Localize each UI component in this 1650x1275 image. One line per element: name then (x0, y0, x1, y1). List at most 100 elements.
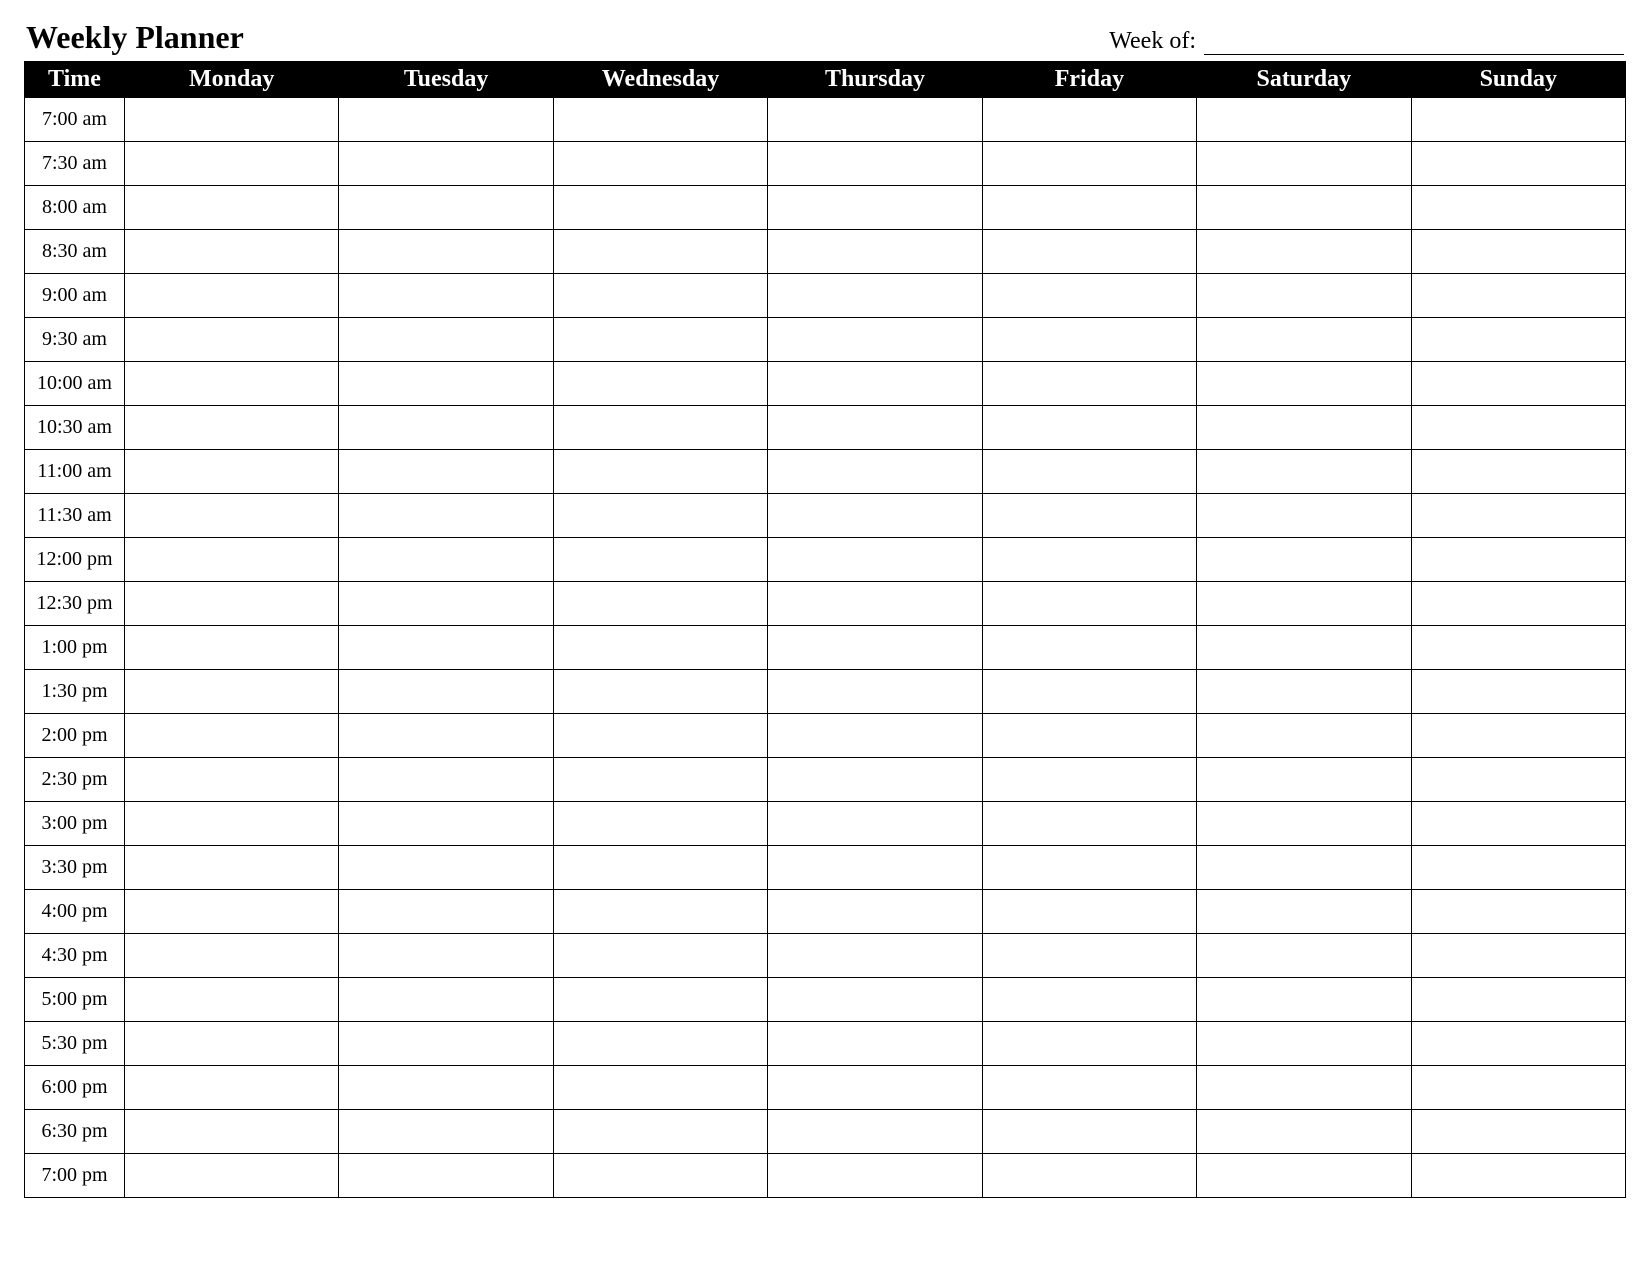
planner-cell-input[interactable] (135, 626, 328, 669)
planner-cell[interactable] (125, 318, 339, 362)
planner-cell-input[interactable] (564, 1066, 757, 1109)
planner-cell-input[interactable] (135, 318, 328, 361)
planner-cell[interactable] (553, 626, 767, 670)
planner-cell-input[interactable] (135, 230, 328, 273)
planner-cell[interactable] (1411, 230, 1625, 274)
planner-cell-input[interactable] (1422, 230, 1615, 273)
planner-cell-input[interactable] (135, 714, 328, 757)
planner-cell-input[interactable] (135, 582, 328, 625)
planner-cell-input[interactable] (778, 230, 971, 273)
planner-cell-input[interactable] (778, 934, 971, 977)
planner-cell-input[interactable] (1422, 670, 1615, 713)
planner-cell[interactable] (982, 890, 1196, 934)
planner-cell[interactable] (1197, 1110, 1411, 1154)
planner-cell[interactable] (1411, 934, 1625, 978)
planner-cell-input[interactable] (349, 1110, 542, 1153)
week-of-input[interactable] (1204, 33, 1624, 55)
planner-cell[interactable] (339, 714, 553, 758)
planner-cell-input[interactable] (564, 494, 757, 537)
planner-cell-input[interactable] (1207, 406, 1400, 449)
planner-cell-input[interactable] (135, 1154, 328, 1197)
planner-cell[interactable] (1411, 362, 1625, 406)
planner-cell[interactable] (553, 978, 767, 1022)
planner-cell-input[interactable] (564, 406, 757, 449)
planner-cell[interactable] (768, 274, 982, 318)
planner-cell-input[interactable] (1422, 406, 1615, 449)
planner-cell[interactable] (1411, 846, 1625, 890)
planner-cell-input[interactable] (778, 802, 971, 845)
planner-cell[interactable] (339, 186, 553, 230)
planner-cell[interactable] (768, 846, 982, 890)
planner-cell-input[interactable] (993, 582, 1186, 625)
planner-cell[interactable] (553, 1110, 767, 1154)
planner-cell-input[interactable] (564, 362, 757, 405)
planner-cell-input[interactable] (349, 1154, 542, 1197)
planner-cell[interactable] (1411, 318, 1625, 362)
planner-cell[interactable] (339, 230, 553, 274)
planner-cell[interactable] (1197, 758, 1411, 802)
planner-cell[interactable] (553, 802, 767, 846)
planner-cell-input[interactable] (1207, 1022, 1400, 1065)
planner-cell[interactable] (768, 758, 982, 802)
planner-cell[interactable] (339, 142, 553, 186)
planner-cell[interactable] (125, 406, 339, 450)
planner-cell-input[interactable] (1422, 890, 1615, 933)
planner-cell[interactable] (768, 450, 982, 494)
planner-cell-input[interactable] (1207, 1110, 1400, 1153)
planner-cell-input[interactable] (778, 1022, 971, 1065)
planner-cell-input[interactable] (1422, 626, 1615, 669)
planner-cell-input[interactable] (1207, 274, 1400, 317)
planner-cell-input[interactable] (349, 230, 542, 273)
planner-cell[interactable] (982, 142, 1196, 186)
planner-cell-input[interactable] (778, 98, 971, 141)
planner-cell[interactable] (1197, 450, 1411, 494)
planner-cell-input[interactable] (778, 362, 971, 405)
planner-cell[interactable] (553, 670, 767, 714)
planner-cell[interactable] (553, 406, 767, 450)
planner-cell-input[interactable] (564, 450, 757, 493)
planner-cell[interactable] (982, 494, 1196, 538)
planner-cell[interactable] (768, 670, 982, 714)
planner-cell-input[interactable] (993, 494, 1186, 537)
planner-cell-input[interactable] (1207, 802, 1400, 845)
planner-cell-input[interactable] (1422, 582, 1615, 625)
planner-cell[interactable] (1411, 450, 1625, 494)
planner-cell[interactable] (1197, 98, 1411, 142)
planner-cell[interactable] (768, 1022, 982, 1066)
planner-cell-input[interactable] (778, 406, 971, 449)
planner-cell[interactable] (553, 1066, 767, 1110)
planner-cell[interactable] (1411, 670, 1625, 714)
planner-cell-input[interactable] (993, 1110, 1186, 1153)
planner-cell-input[interactable] (1207, 890, 1400, 933)
planner-cell[interactable] (339, 1022, 553, 1066)
planner-cell[interactable] (553, 538, 767, 582)
planner-cell-input[interactable] (778, 670, 971, 713)
planner-cell[interactable] (1197, 1022, 1411, 1066)
planner-cell-input[interactable] (349, 934, 542, 977)
planner-cell[interactable] (553, 934, 767, 978)
planner-cell[interactable] (768, 1110, 982, 1154)
planner-cell-input[interactable] (135, 538, 328, 581)
planner-cell-input[interactable] (564, 1022, 757, 1065)
planner-cell-input[interactable] (1207, 318, 1400, 361)
planner-cell[interactable] (339, 538, 553, 582)
planner-cell-input[interactable] (778, 626, 971, 669)
planner-cell[interactable] (553, 890, 767, 934)
planner-cell[interactable] (982, 714, 1196, 758)
planner-cell[interactable] (125, 274, 339, 318)
planner-cell[interactable] (1411, 186, 1625, 230)
planner-cell[interactable] (1197, 406, 1411, 450)
planner-cell-input[interactable] (349, 450, 542, 493)
planner-cell-input[interactable] (349, 978, 542, 1021)
planner-cell-input[interactable] (993, 714, 1186, 757)
planner-cell-input[interactable] (1422, 538, 1615, 581)
planner-cell-input[interactable] (135, 450, 328, 493)
planner-cell[interactable] (1411, 1154, 1625, 1198)
planner-cell[interactable] (768, 494, 982, 538)
planner-cell[interactable] (125, 1066, 339, 1110)
planner-cell[interactable] (339, 1110, 553, 1154)
planner-cell[interactable] (768, 98, 982, 142)
planner-cell[interactable] (125, 186, 339, 230)
planner-cell[interactable] (125, 362, 339, 406)
planner-cell[interactable] (1411, 714, 1625, 758)
